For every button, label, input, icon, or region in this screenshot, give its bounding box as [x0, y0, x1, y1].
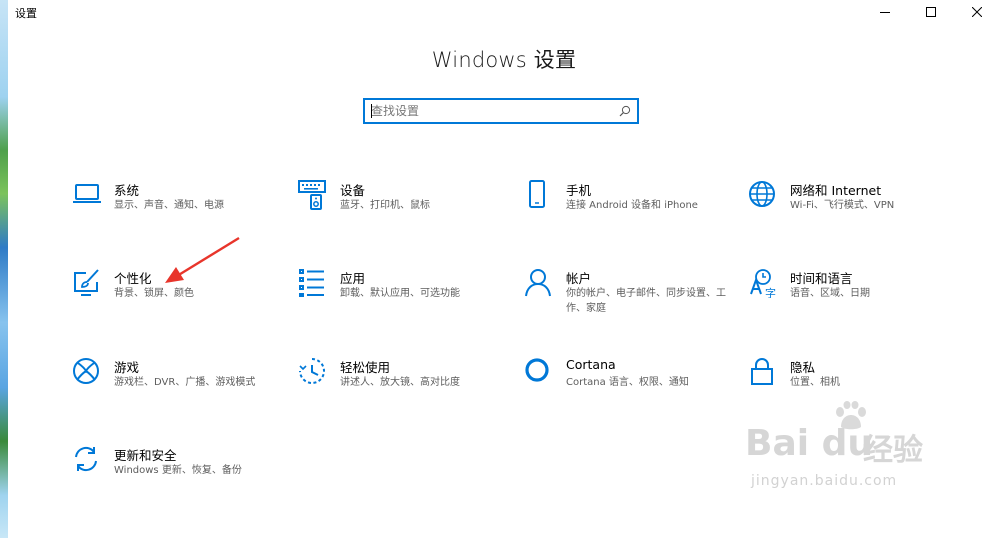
svg-text:字: 字: [765, 286, 776, 298]
tile-description: 讲述人、放大镜、高对比度: [340, 377, 460, 388]
tile-phone[interactable]: 手机 连接 Android 设备和 iPhone: [524, 180, 734, 242]
tile-name: 应用: [340, 271, 366, 286]
tile-ease-of-access[interactable]: 轻松使用 讲述人、放大镜、高对比度: [298, 357, 508, 419]
tile-description: 背景、锁屏、颜色: [114, 288, 194, 299]
page-title: Windows 设置: [431, 48, 577, 72]
tile-accounts[interactable]: 帐户 你的帐户、电子邮件、同步设置、工作、家庭: [524, 268, 734, 330]
tile-cortana[interactable]: Cortana Cortana 语言、权限、通知: [524, 357, 734, 419]
tile-name: 手机: [566, 183, 592, 198]
tile-description: 连接 Android 设备和 iPhone: [566, 200, 698, 211]
settings-window: 设置 Windows 设置 系统 显示、声音、通知、电源: [8, 0, 1000, 538]
tile-name: 更新和安全: [114, 448, 177, 463]
tile-update-security[interactable]: 更新和安全 Windows 更新、恢复、备份: [72, 445, 282, 507]
tile-gaming[interactable]: 游戏 游戏栏、DVR、广播、游戏模式: [72, 357, 282, 419]
tile-system[interactable]: 系统 显示、声音、通知、电源: [72, 180, 282, 242]
tile-name: 设备: [340, 183, 366, 198]
watermark-brand: 经验: [863, 433, 923, 468]
ease-of-access-icon: [299, 358, 325, 384]
minimize-icon: [880, 12, 890, 13]
tile-name: 游戏: [114, 360, 140, 375]
text-caret: [371, 104, 372, 118]
tile-name: 网络和 Internet: [790, 183, 882, 198]
tile-network[interactable]: 网络和 Internet Wi-Fi、飞行模式、VPN: [748, 180, 958, 242]
sync-arrows-icon: [75, 446, 97, 472]
cortana-icon: [525, 358, 549, 382]
tile-personalization[interactable]: 个性化 背景、锁屏、颜色: [72, 268, 282, 330]
tile-privacy[interactable]: 隐私 位置、相机: [748, 357, 958, 419]
watermark-logo: Bai du: [745, 423, 874, 464]
keyboard-speaker-icon: [298, 180, 326, 210]
maximize-icon: [926, 7, 936, 17]
lock-icon: [751, 358, 773, 385]
maximize-button[interactable]: [908, 0, 954, 24]
tile-apps[interactable]: 应用 卸载、默认应用、可选功能: [298, 268, 508, 330]
tile-description: 显示、声音、通知、电源: [114, 200, 224, 211]
tile-name: 个性化: [114, 271, 152, 286]
desktop-background-strip: [0, 0, 8, 538]
minimize-button[interactable]: [862, 0, 908, 24]
laptop-icon: [73, 184, 101, 203]
globe-icon: [749, 181, 775, 207]
tile-description: Wi-Fi、飞行模式、VPN: [790, 200, 895, 211]
tile-name: 系统: [114, 183, 140, 198]
search-box[interactable]: [363, 98, 639, 124]
tile-name: 隐私: [790, 360, 816, 375]
tile-name: 时间和语言: [790, 271, 853, 286]
xbox-icon: [73, 358, 99, 384]
tile-name: 帐户: [566, 271, 592, 286]
tile-description: Windows 更新、恢复、备份: [114, 465, 242, 476]
paint-brush-icon: [74, 269, 99, 296]
tile-description: Cortana 语言、权限、通知: [566, 377, 689, 388]
search-input[interactable]: [371, 103, 611, 119]
tile-description: 游戏栏、DVR、广播、游戏模式: [114, 377, 256, 388]
person-icon: [525, 269, 551, 297]
time-language-icon: 字: [750, 269, 776, 298]
tile-name: 轻松使用: [340, 360, 391, 375]
tile-description: 蓝牙、打印机、鼠标: [340, 200, 430, 211]
window-title: 设置: [15, 7, 37, 20]
search-icon[interactable]: [619, 105, 631, 117]
tile-devices[interactable]: 设备 蓝牙、打印机、鼠标: [298, 180, 508, 242]
tile-description: 你的帐户、电子邮件、同步设置、工作、家庭: [566, 288, 726, 314]
apps-list-icon: [299, 269, 324, 297]
phone-icon: [529, 180, 545, 208]
tile-description: 卸载、默认应用、可选功能: [340, 288, 460, 299]
tile-description: 位置、相机: [790, 377, 840, 388]
tile-time-language[interactable]: 字 时间和语言 语音、区域、日期: [748, 268, 958, 330]
tile-name: Cortana: [566, 357, 616, 372]
tile-description: 语音、区域、日期: [790, 288, 870, 299]
title-bar[interactable]: 设置: [8, 0, 1000, 24]
watermark-url: jingyan.baidu.com: [751, 473, 898, 489]
close-button[interactable]: [954, 0, 1000, 24]
close-icon: [972, 7, 982, 17]
